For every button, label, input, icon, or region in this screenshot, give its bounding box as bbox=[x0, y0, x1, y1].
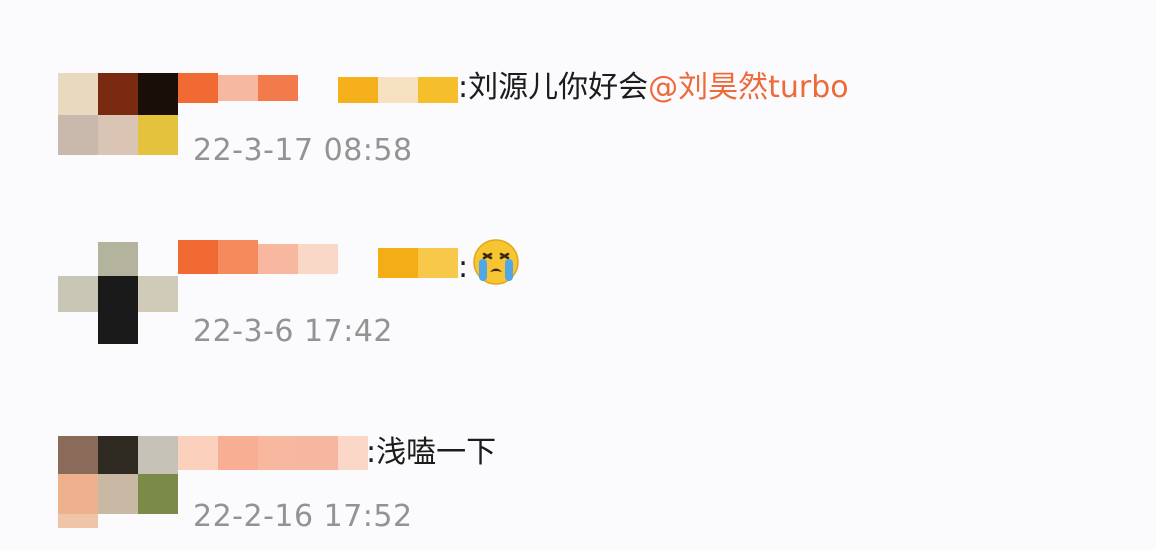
avatar[interactable] bbox=[58, 238, 178, 344]
comment-separator: : bbox=[458, 250, 469, 285]
avatar[interactable] bbox=[58, 436, 178, 528]
comment-text: 浅嗑一下 bbox=[376, 435, 497, 470]
user-mention-link[interactable]: @刘昊然turbo bbox=[648, 70, 849, 105]
blurred-avatar-image bbox=[58, 436, 178, 528]
username[interactable] bbox=[178, 73, 460, 103]
comment-text: 刘源儿你好会 bbox=[468, 70, 649, 105]
comment-content: :浅嗑一下 bbox=[366, 433, 496, 473]
crying-face-icon bbox=[473, 239, 519, 285]
comment-separator: : bbox=[458, 70, 469, 105]
comment-timestamp: 22-3-6 17:42 bbox=[193, 314, 393, 349]
comment-content: :刘源儿你好会@刘昊然turbo bbox=[458, 68, 849, 108]
comment-timestamp: 22-3-17 08:58 bbox=[193, 133, 413, 168]
comment-content: : bbox=[458, 248, 468, 288]
avatar[interactable] bbox=[58, 73, 178, 155]
blurred-avatar-image bbox=[58, 242, 178, 344]
blurred-username bbox=[178, 240, 458, 278]
comment-separator: : bbox=[366, 435, 377, 470]
username[interactable] bbox=[178, 240, 460, 278]
blurred-username bbox=[178, 436, 368, 470]
username[interactable] bbox=[178, 436, 368, 470]
comment-timestamp: 22-2-16 17:52 bbox=[193, 499, 413, 534]
blurred-username bbox=[178, 73, 458, 103]
blurred-avatar-image bbox=[58, 73, 178, 155]
